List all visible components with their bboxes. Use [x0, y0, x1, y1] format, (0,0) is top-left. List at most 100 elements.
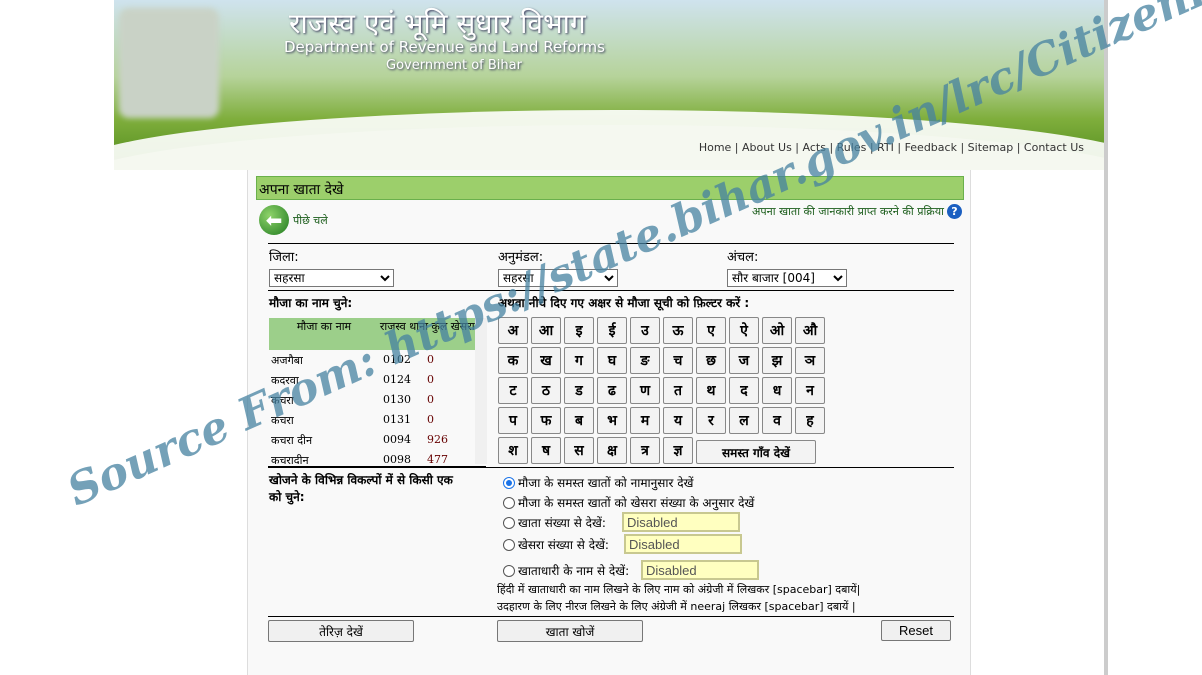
letter-button[interactable]: क [498, 347, 528, 374]
thana-number: 0131 [383, 413, 411, 426]
teriz-button[interactable]: तेरिज़ देखें [268, 620, 414, 642]
page-title: अपना खाता देखे [256, 176, 964, 200]
subdivision-select[interactable]: सहरसा [498, 269, 618, 287]
nav-link[interactable]: Feedback [905, 141, 957, 154]
divider [268, 467, 954, 468]
letter-button[interactable]: प [498, 407, 528, 434]
radio-button[interactable] [503, 538, 515, 551]
letter-button[interactable]: घ [597, 347, 627, 374]
khata-number-input[interactable]: Disabled [622, 512, 740, 532]
letter-button[interactable]: न [795, 377, 825, 404]
letter-button[interactable]: फ [531, 407, 561, 434]
district-select[interactable]: सहरसा [269, 269, 394, 287]
mauja-row[interactable]: कचरा 0131 0 [271, 413, 471, 433]
nav-link[interactable]: Contact Us [1024, 141, 1084, 154]
letter-button[interactable]: ख [531, 347, 561, 374]
mauja-row[interactable]: कचरादीन 0098 477 [271, 453, 471, 464]
letter-button[interactable]: ओ [762, 317, 792, 344]
letter-button[interactable]: म [630, 407, 660, 434]
letter-button[interactable]: ग [564, 347, 594, 374]
letter-button[interactable]: च [663, 347, 693, 374]
nav-link[interactable]: Acts [803, 141, 826, 154]
letter-button[interactable]: छ [696, 347, 726, 374]
nav-link[interactable]: Home [699, 141, 731, 154]
subdivision-label: अनुमंडल: [498, 250, 544, 265]
letter-button[interactable]: य [663, 407, 693, 434]
letter-button[interactable]: भ [597, 407, 627, 434]
khesra-count: 926 [427, 433, 448, 446]
mauja-row[interactable]: कचरा दीन 0094 926 [271, 433, 471, 453]
nav-link[interactable]: About Us [742, 141, 792, 154]
letter-button[interactable]: आ [531, 317, 561, 344]
hint-text: हिंदी में खाताधारी का नाम लिखने के लिए न… [497, 583, 861, 596]
thana-number: 0102 [383, 353, 411, 366]
reset-button[interactable]: Reset [881, 620, 951, 641]
letter-button[interactable]: व [762, 407, 792, 434]
letter-button[interactable]: ऊ [663, 317, 693, 344]
radio-button[interactable] [503, 564, 515, 577]
back-link[interactable]: ⬅ पीछे चले [259, 205, 328, 235]
letter-button[interactable]: स [564, 437, 594, 464]
letter-button[interactable]: ष [531, 437, 561, 464]
radio-label: खाताधारी के नाम से देखें: [518, 564, 630, 578]
letter-button[interactable]: ए [696, 317, 726, 344]
letter-button[interactable]: श [498, 437, 528, 464]
letter-button[interactable]: ङ [630, 347, 660, 374]
help-icon[interactable]: ? [947, 204, 962, 219]
search-option-radio[interactable]: मौजा के समस्त खातों को नामानुसार देखें [503, 474, 693, 491]
header-mauja-name: मौजा का नाम [296, 320, 352, 333]
letter-button[interactable]: इ [564, 317, 594, 344]
letter-button[interactable]: अ [498, 317, 528, 344]
mauja-name: कचरा [271, 394, 294, 407]
letter-button[interactable]: ञ [795, 347, 825, 374]
letter-button[interactable]: त [663, 377, 693, 404]
letter-button[interactable]: ऐ [729, 317, 759, 344]
nav-link[interactable]: RTI [877, 141, 894, 154]
letter-button[interactable]: द [729, 377, 759, 404]
radio-button[interactable] [503, 496, 515, 509]
letter-button[interactable]: त्र [630, 437, 660, 464]
letter-button[interactable]: ण [630, 377, 660, 404]
letter-button[interactable]: थ [696, 377, 726, 404]
mauja-list[interactable]: मौजा का नाम राजस्व थाना कुल खेसरा अजगैबा… [269, 318, 487, 464]
letter-button[interactable]: ल [729, 407, 759, 434]
letter-button[interactable]: ब [564, 407, 594, 434]
mauja-row[interactable]: अजगैबा 0102 0 [271, 353, 471, 373]
radio-button[interactable] [503, 476, 515, 489]
search-khata-button[interactable]: खाता खोजें [497, 620, 643, 642]
letter-button[interactable]: क्ष [597, 437, 627, 464]
letter-button[interactable]: झ [762, 347, 792, 374]
letter-filter-label: अथवा नीचे दिए गए अक्षर से मौजा सूची को फ… [498, 296, 750, 310]
letter-button[interactable]: ह [795, 407, 825, 434]
search-option-radio[interactable]: खाताधारी के नाम से देखें: [503, 562, 629, 579]
letter-button[interactable]: ट [498, 377, 528, 404]
letter-button[interactable]: ठ [531, 377, 561, 404]
letter-button[interactable]: ज [729, 347, 759, 374]
scrollbar[interactable] [475, 318, 487, 464]
search-option-radio[interactable]: मौजा के समस्त खातों को खेसरा संख्या के अ… [503, 494, 754, 511]
search-option-radio[interactable]: खेसरा संख्या से देखें: [503, 536, 609, 553]
letter-button[interactable]: ड [564, 377, 594, 404]
letter-button[interactable]: ई [597, 317, 627, 344]
owner-name-input[interactable]: Disabled [641, 560, 759, 580]
letter-button[interactable]: ज्ञ [663, 437, 693, 464]
all-villages-button[interactable]: समस्त गाँव देखें [696, 440, 816, 464]
mauja-row[interactable]: कदरवा 0124 0 [271, 373, 471, 393]
process-link[interactable]: अपना खाता की जानकारी प्राप्त करने की प्र… [752, 204, 962, 219]
search-option-radio[interactable]: खाता संख्या से देखें: [503, 514, 606, 531]
mauja-name: अजगैबा [271, 354, 303, 367]
nav-link[interactable]: Sitemap [968, 141, 1014, 154]
mauja-row[interactable]: कचरा 0130 0 [271, 393, 471, 413]
radio-button[interactable] [503, 516, 515, 529]
khesra-number-input[interactable]: Disabled [624, 534, 742, 554]
khesra-count: 0 [427, 393, 434, 406]
letter-button[interactable]: उ [630, 317, 660, 344]
letter-button[interactable]: औ [795, 317, 825, 344]
circle-select[interactable]: सौर बाजार [004] [727, 269, 847, 287]
nav-link[interactable]: Rules [837, 141, 867, 154]
letter-button[interactable]: ध [762, 377, 792, 404]
letter-button[interactable]: ढ [597, 377, 627, 404]
divider [268, 290, 954, 291]
letter-button[interactable]: र [696, 407, 726, 434]
header-title-hindi: राजस्व एवं भूमि सुधार विभाग [289, 7, 586, 40]
